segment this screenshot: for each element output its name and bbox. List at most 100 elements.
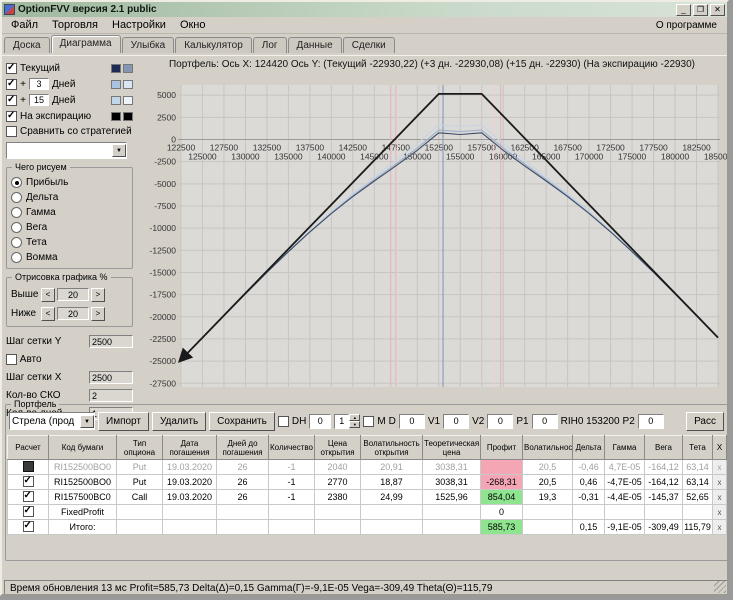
color-swatch[interactable]	[123, 64, 133, 73]
v1-label: V1	[428, 416, 440, 427]
decrease-button[interactable]: <	[41, 307, 55, 321]
chevron-down-icon[interactable]: ▼	[80, 415, 94, 428]
column-header[interactable]: Цена открытия	[315, 436, 361, 460]
row-delete[interactable]: x	[713, 460, 727, 475]
strategy-select-value: Стрела (прод	[10, 416, 80, 427]
legend-checkbox[interactable]	[6, 63, 17, 74]
radio-label: Гамма	[26, 207, 56, 218]
p2-input[interactable]: 0	[638, 414, 664, 429]
column-header[interactable]: Дней до погашения	[217, 436, 269, 460]
auto-checkbox[interactable]	[6, 354, 17, 365]
p1-input[interactable]: 0	[532, 414, 558, 429]
radio-option[interactable]	[11, 237, 22, 248]
tab-2[interactable]: Диаграмма	[51, 35, 121, 53]
maximize-button[interactable]: ❐	[693, 4, 708, 16]
percent-input[interactable]: 20	[57, 288, 89, 301]
menu-item[interactable]: Настройки	[105, 18, 173, 32]
row-delete[interactable]: x	[713, 520, 727, 535]
menu-item[interactable]: Окно	[173, 18, 213, 32]
dh-stepper-value[interactable]: 1	[334, 414, 349, 429]
column-header[interactable]: Профит	[481, 436, 523, 460]
svg-text:130000: 130000	[231, 152, 260, 162]
column-header[interactable]: Дельта	[573, 436, 605, 460]
save-button[interactable]: Сохранить	[209, 412, 275, 431]
delete-button[interactable]: Удалить	[152, 412, 206, 431]
v2-input[interactable]: 0	[487, 414, 513, 429]
strategy-compare-select[interactable]: ▼	[6, 142, 127, 159]
dh-checkbox[interactable]	[278, 416, 289, 427]
grid-field[interactable]: 2500	[89, 371, 133, 384]
percent-input[interactable]: 20	[57, 307, 89, 320]
column-header[interactable]: Код бумаги	[49, 436, 117, 460]
column-header[interactable]: Теоретическая цена	[423, 436, 481, 460]
row-checkbox[interactable]	[23, 476, 34, 487]
radio-option[interactable]	[11, 207, 22, 218]
tab-5[interactable]: Лог	[253, 37, 287, 53]
color-swatch[interactable]	[111, 64, 121, 73]
color-swatch[interactable]	[123, 96, 133, 105]
menu-item[interactable]: Торговля	[45, 18, 105, 32]
column-header[interactable]: X	[713, 436, 727, 460]
color-swatch[interactable]	[111, 80, 121, 89]
column-header[interactable]: Тета	[683, 436, 713, 460]
column-header[interactable]: Волатильность	[523, 436, 573, 460]
days-input[interactable]: 3	[29, 78, 49, 90]
tab-6[interactable]: Данные	[288, 37, 342, 53]
dh-stepper[interactable]: 1 ▲ ▼	[334, 414, 360, 429]
column-header[interactable]: Волатильность открытия	[361, 436, 423, 460]
row-checkbox[interactable]	[23, 461, 34, 472]
svg-text:5000: 5000	[157, 90, 176, 100]
legend-checkbox[interactable]	[6, 95, 17, 106]
row-checkbox[interactable]	[23, 521, 34, 532]
ticker-label: RIH0 153200	[561, 416, 620, 427]
import-button[interactable]: Импорт	[98, 412, 149, 431]
chevron-down-icon[interactable]: ▼	[112, 144, 126, 157]
row-delete[interactable]: x	[713, 505, 727, 520]
color-swatch[interactable]	[111, 112, 121, 121]
tab-7[interactable]: Сделки	[343, 37, 395, 53]
color-swatch[interactable]	[111, 96, 121, 105]
row-checkbox[interactable]	[23, 491, 34, 502]
row-delete[interactable]: x	[713, 490, 727, 505]
color-swatch[interactable]	[123, 80, 133, 89]
row-checkbox[interactable]	[23, 506, 34, 517]
legend-checkbox[interactable]	[6, 79, 17, 90]
v1-input[interactable]: 0	[443, 414, 469, 429]
about-menu-item[interactable]: О программе	[648, 19, 725, 32]
calculate-button[interactable]: Расс	[686, 412, 724, 431]
close-button[interactable]: ✕	[710, 4, 725, 16]
decrease-button[interactable]: <	[41, 288, 55, 302]
radio-option[interactable]	[11, 222, 22, 233]
days-input[interactable]: 15	[29, 94, 49, 106]
column-header[interactable]: Количество	[269, 436, 315, 460]
strategy-select[interactable]: Стрела (прод ▼	[9, 412, 95, 430]
resize-grip[interactable]	[714, 581, 726, 593]
column-header[interactable]: Гамма	[605, 436, 645, 460]
legend-checkbox[interactable]	[6, 111, 17, 122]
tab-4[interactable]: Калькулятор	[175, 37, 252, 53]
increase-button[interactable]: >	[91, 307, 105, 321]
column-header[interactable]: Расчет	[8, 436, 49, 460]
radio-option[interactable]	[11, 177, 22, 188]
increase-button[interactable]: >	[91, 288, 105, 302]
grid-field[interactable]: 2500	[89, 335, 133, 348]
dh-input[interactable]: 0	[309, 414, 331, 429]
compare-checkbox[interactable]	[6, 126, 17, 137]
legend-label: Дней	[52, 79, 75, 90]
minimize-button[interactable]: _	[676, 4, 691, 16]
color-swatch[interactable]	[123, 112, 133, 121]
menu-item[interactable]: Файл	[4, 18, 45, 32]
row-delete[interactable]: x	[713, 475, 727, 490]
column-header[interactable]: Вега	[645, 436, 683, 460]
grid-field[interactable]: 2	[89, 389, 133, 402]
column-header[interactable]: Дата погашения	[163, 436, 217, 460]
radio-option[interactable]	[11, 252, 22, 263]
column-header[interactable]: Тип опциона	[117, 436, 163, 460]
m-checkbox[interactable]	[363, 416, 374, 427]
spin-up-icon[interactable]: ▲	[349, 414, 360, 421]
radio-option[interactable]	[11, 192, 22, 203]
tab-1[interactable]: Доска	[4, 37, 50, 53]
d-input[interactable]: 0	[399, 414, 425, 429]
tab-3[interactable]: Улыбка	[122, 37, 175, 53]
spin-down-icon[interactable]: ▼	[349, 421, 360, 428]
